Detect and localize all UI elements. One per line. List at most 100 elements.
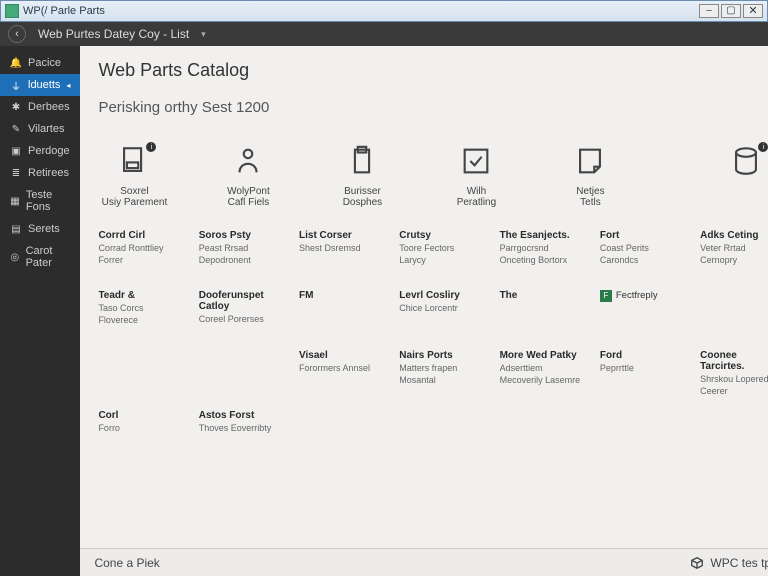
cell-line: Thoves Eoverribty: [199, 423, 281, 435]
sidebar-item-label: Retirees: [28, 167, 69, 179]
grid-cell[interactable]: Soros PstyPeast Rrsad Depodronent: [199, 230, 281, 280]
sidebar-item-label: Serets: [28, 223, 60, 235]
sidebar-item-pacice[interactable]: 🔔Pacice: [0, 52, 80, 74]
bell-icon: 🔔: [10, 57, 22, 69]
cell-line: Peast Rrsad Depodronent: [199, 243, 281, 266]
grid-cell[interactable]: Adks Ceting Veter Rrtad Cernopry: [700, 230, 768, 280]
grid-cell[interactable]: [299, 410, 381, 460]
check-icon: [459, 144, 493, 178]
chevron-left-icon: ◂: [66, 81, 70, 90]
cell-line: Shrskou Loperedy Ceerer: [700, 374, 768, 397]
minimize-button[interactable]: –: [699, 4, 719, 18]
person-icon: [231, 144, 265, 178]
grid-cell[interactable]: [700, 290, 768, 340]
cell-line: Shest Dsremsd: [299, 243, 381, 255]
cell-heading: Coonee Tarcirtes.: [700, 350, 768, 372]
flag-icon: F: [600, 290, 612, 302]
sidebar-item-label: Vilartes: [28, 123, 64, 135]
catalog-icon-row: iSoxrelUsiy Parement WolyPontCafl Fiels Bu…: [98, 144, 768, 208]
grid-cell[interactable]: The Esanjects. Parrgocrsnd Onceting Borto…: [500, 230, 582, 280]
catalog-item-3[interactable]: WilhPeratling: [440, 144, 512, 208]
sidebar: 🔔Pacice ⏚ lduetts ◂ ✱ Derbees ✎Vilartes▣Perdog…: [0, 46, 80, 576]
cell-heading: Crutsy: [399, 230, 481, 241]
grid-cell[interactable]: Corrd Cirl Corrad Ronttliey Forrer: [98, 230, 180, 280]
grid-cell[interactable]: Astos ForstThoves Eoverribty: [199, 410, 281, 460]
grid-cell[interactable]: Nairs Ports Matters frapen Mosantal: [399, 350, 481, 400]
sidebar-item-vilartes[interactable]: ✎Vilartes: [0, 118, 80, 140]
grid-cell[interactable]: CorlForro: [98, 410, 180, 460]
plug-icon: ⏚: [10, 79, 22, 91]
box-icon: ▣: [10, 145, 22, 157]
sidebar-item-lduetts[interactable]: ⏚ lduetts ◂: [0, 74, 80, 96]
grid-cell[interactable]: List Corser Shest Dsremsd: [299, 230, 381, 280]
catalog-item-label: BurisserDosphes: [343, 186, 382, 208]
sidebar-item-label: Teste Fons: [26, 189, 71, 213]
sidebar-item-label: Derbees: [28, 101, 70, 113]
sidebar-item-label: lduetts: [28, 79, 60, 91]
cell-line: Forormers Annsel: [299, 363, 381, 375]
cell-line: Matters frapen Mosantal: [399, 363, 481, 386]
grid-cell[interactable]: More Wed PatkyAdserttiem Mecoverily Lase…: [500, 350, 582, 400]
close-button[interactable]: ✕: [743, 4, 763, 18]
cell-heading: FM: [299, 290, 381, 301]
catalog-item-2[interactable]: BurisserDosphes: [326, 144, 398, 208]
cell-heading: Ford: [600, 350, 682, 361]
grid-cell[interactable]: The: [500, 290, 582, 340]
sidebar-item-label: Carot Pater: [26, 245, 71, 269]
catalog-item-5[interactable]: i: [710, 144, 768, 208]
catalog-item-label: WilhPeratling: [457, 186, 496, 208]
catalog-item-1[interactable]: WolyPontCafl Fiels: [212, 144, 284, 208]
cell-heading: List Corser: [299, 230, 381, 241]
cell-heading: Visael: [299, 350, 381, 361]
grid-cell[interactable]: [199, 350, 281, 400]
window-title: WP(/ Parle Parts: [23, 5, 699, 17]
page-title: Web Parts Catalog: [98, 60, 768, 81]
cell-heading: Adks Ceting: [700, 230, 768, 241]
cell-heading: Corrd Cirl: [98, 230, 180, 241]
maximize-button[interactable]: ▢: [721, 4, 741, 18]
note-icon: [573, 144, 607, 178]
sidebar-item-teste fons[interactable]: ▦Teste Fons: [0, 184, 80, 218]
cell-line: Corrad Ronttliey Forrer: [98, 243, 180, 266]
cell-heading: Dooferunspet Catloy: [199, 290, 281, 312]
back-button[interactable]: ‹: [8, 25, 26, 43]
sidebar-item-derbees[interactable]: ✱ Derbees: [0, 96, 80, 118]
cell-line: Chice Lorcentr: [399, 303, 481, 315]
sheet-icon: ▤: [10, 223, 22, 235]
grid-cell[interactable]: Dooferunspet CatloyCoreel Porerses: [199, 290, 281, 340]
footer-bar: Cone a Piek WPC tes tplay: [80, 548, 768, 576]
breadcrumb: Web Purtes Datey Coy - List: [38, 27, 189, 41]
cell-heading: The Esanjects.: [500, 230, 582, 241]
catalog-item-label: WolyPontCafl Fiels: [227, 186, 270, 208]
sidebar-item-perdoge[interactable]: ▣Perdoge: [0, 140, 80, 162]
grid-cell[interactable]: Visael Forormers Annsel: [299, 350, 381, 400]
sidebar-item-retirees[interactable]: ≣Retirees: [0, 162, 80, 184]
grid-cell[interactable]: FFectfreply: [600, 290, 682, 340]
cell-heading: Nairs Ports: [399, 350, 481, 361]
cell-heading: Corl: [98, 410, 180, 421]
gear-icon: ✱: [10, 101, 22, 113]
cell-line: Parrgocrsnd Onceting Bortorx: [500, 243, 582, 266]
breadcrumb-caret-icon[interactable]: ▾: [201, 29, 206, 40]
grid-cell[interactable]: FM: [299, 290, 381, 340]
sidebar-item-carot pater[interactable]: ◎Carot Pater: [0, 240, 80, 274]
grid-cell[interactable]: Levrl Cosliry Chice Lorcentr: [399, 290, 481, 340]
grid-cell[interactable]: FortCoast Perits Carondcs: [600, 230, 682, 280]
cube-icon: [690, 556, 704, 570]
grid-cell[interactable]: FordPeprrttle: [600, 350, 682, 400]
sidebar-item-serets[interactable]: ▤ Serets: [0, 218, 80, 240]
grid-cell[interactable]: Coonee Tarcirtes.Shrskou Loperedy Ceerer: [700, 350, 768, 400]
cell-heading: Fort: [600, 230, 682, 241]
grid-cell[interactable]: Teadr &Taso Corcs Floverece: [98, 290, 180, 340]
app-icon: [5, 4, 19, 18]
clipboard-icon: [345, 144, 379, 178]
catalog-grid: Corrd Cirl Corrad Ronttliey Forrer Soros P…: [98, 230, 768, 460]
footer-brand: WPC tes tplay: [690, 556, 768, 570]
cell-heading: Levrl Cosliry: [399, 290, 481, 301]
grid-cell[interactable]: CrutsyToore Fectors Larycy: [399, 230, 481, 280]
grid-cell[interactable]: [98, 350, 180, 400]
catalog-item-0[interactable]: iSoxrelUsiy Parement: [98, 144, 170, 208]
cell-line: Veter Rrtad Cernopry: [700, 243, 768, 266]
main-content: Web Parts Catalog Perisking orthy Sest 1…: [80, 46, 768, 576]
catalog-item-4[interactable]: NetjesTetls: [554, 144, 626, 208]
